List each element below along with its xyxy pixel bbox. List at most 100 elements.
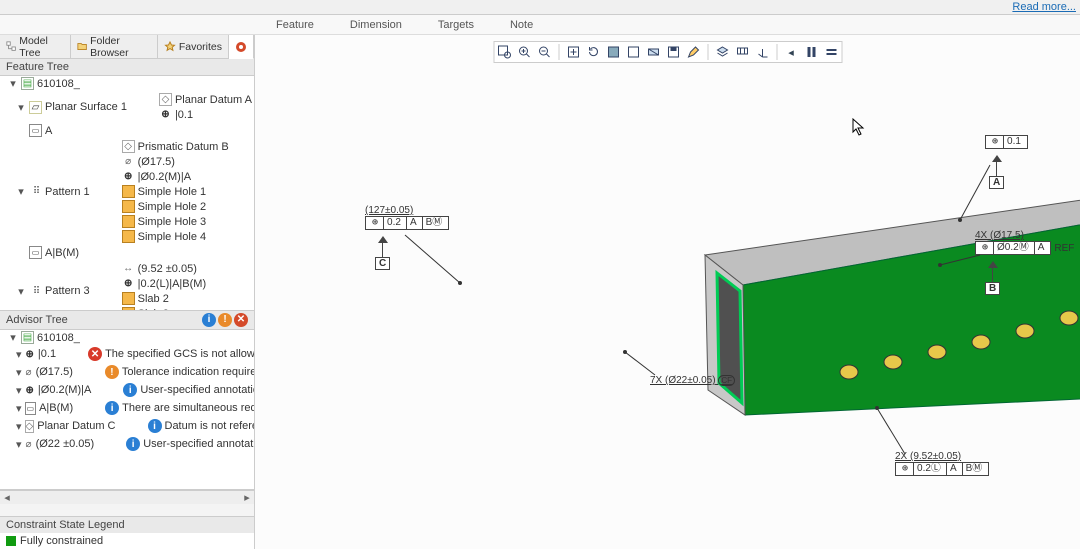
shade-icon[interactable] xyxy=(605,44,621,60)
scroll-right-icon[interactable]: ▸ xyxy=(240,491,254,504)
refit-icon[interactable] xyxy=(565,44,581,60)
slab-icon xyxy=(122,292,135,305)
save-view-icon[interactable] xyxy=(665,44,681,60)
expand-icon[interactable]: ▾ xyxy=(8,331,18,344)
expand-icon[interactable]: ▾ xyxy=(16,348,22,361)
tree-item[interactable]: iDatum is not referenced xyxy=(135,418,255,434)
expand-icon[interactable]: ▾ xyxy=(16,420,22,433)
edit-icon[interactable] xyxy=(685,44,701,60)
tree-item[interactable]: Simple Hole 4 xyxy=(109,229,229,244)
gtol-icon: ⊕ xyxy=(122,170,135,183)
gtol-icon: ⊕ xyxy=(159,108,172,121)
tree-item-label: Simple Hole 2 xyxy=(138,201,206,213)
tree-item[interactable]: Simple Hole 1 xyxy=(109,184,229,199)
tree-item[interactable]: ▾⊕|Ø0.2(M)|AiUser-specified annotation p… xyxy=(16,381,254,399)
axes-icon[interactable] xyxy=(754,44,770,60)
back-icon[interactable]: ◂ xyxy=(783,44,799,60)
tree-item[interactable]: ⌀(Ø17.5) xyxy=(109,154,229,169)
tree-item[interactable]: ▾▭A|B(M)iThere are simultaneous requirem… xyxy=(16,399,254,417)
advisor-warn-icon[interactable]: ! xyxy=(218,313,232,327)
hscrollbar[interactable]: ◂ ▸ xyxy=(0,490,254,504)
tree-item-label: Planar Datum A xyxy=(175,94,252,106)
tab-favorites[interactable]: Favorites xyxy=(158,35,229,58)
zoom-in-icon[interactable] xyxy=(516,44,532,60)
tree-item[interactable]: ▾⠿Pattern 3 ↔(9.52 ±0.05)⊕|0.2(L)|A|B(M) S… xyxy=(16,260,254,311)
expand-icon[interactable]: ▾ xyxy=(16,402,22,415)
advisor-error-icon[interactable]: ✕ xyxy=(234,313,248,327)
tree-item[interactable]: iUser-specified annotation properties ig… xyxy=(110,382,254,398)
tree-item[interactable]: ▾⊕|0.1✕The specified GCS is not allowed xyxy=(16,345,254,363)
tree-item[interactable]: ▾▱Planar Surface 1 ◇Planar Datum A⊕|0.1 xyxy=(16,91,254,123)
scroll-left-icon[interactable]: ◂ xyxy=(0,491,14,504)
expand-icon[interactable]: ▾ xyxy=(16,384,22,397)
callout-2x[interactable]: 2X (9.52±0.05) ⊕ 0.2Ⓛ A BⓂ xyxy=(895,451,989,476)
tree-item[interactable]: ▾◇Planar Datum CiDatum is not referenced xyxy=(16,417,254,435)
expand-icon[interactable]: ▾ xyxy=(16,438,22,451)
tree-item[interactable]: ◇Planar Datum A xyxy=(146,92,252,107)
tree-item[interactable]: ◇Prismatic Datum B xyxy=(109,139,229,154)
expand-icon[interactable]: ▾ xyxy=(16,285,26,298)
expand-icon[interactable]: ▾ xyxy=(16,366,22,379)
callout-7x[interactable]: 7X (Ø22±0.05) CF xyxy=(650,375,735,386)
expand-icon[interactable]: ▾ xyxy=(16,101,26,114)
zoom-window-icon[interactable] xyxy=(496,44,512,60)
wire-icon[interactable] xyxy=(625,44,641,60)
tree-item[interactable]: ✕The specified GCS is not allowed xyxy=(75,346,254,362)
tree-item[interactable]: Slab 2 xyxy=(109,291,206,306)
tab-folder-browser[interactable]: Folder Browser xyxy=(71,35,158,58)
zoom-out-icon[interactable] xyxy=(536,44,552,60)
annotation-icon[interactable] xyxy=(734,44,750,60)
callout-a[interactable]: ⊕0.1 A xyxy=(985,135,1028,189)
legend-header: Constraint State Legend xyxy=(0,516,254,533)
tree-item[interactable]: iUser-specified annotation properties ig… xyxy=(113,436,254,452)
tree-item-label: Pattern 3 xyxy=(45,285,90,297)
tab-gdt[interactable] xyxy=(229,35,254,59)
pattern-icon: ⠿ xyxy=(29,285,42,298)
tree-item[interactable]: ⊕|0.2(L)|A|B(M) xyxy=(109,276,206,291)
tree-item[interactable]: ▭A|B(M) xyxy=(16,245,254,260)
doc-icon: ▤ xyxy=(21,77,34,90)
feature-tree[interactable]: ▾ ▤ 610108_ ▾▱Planar Surface 1◇Planar Da… xyxy=(0,76,254,311)
spin-icon[interactable] xyxy=(585,44,601,60)
expand-icon[interactable]: ▾ xyxy=(8,77,18,90)
pause-icon[interactable] xyxy=(803,44,819,60)
layer-icon[interactable] xyxy=(714,44,730,60)
advisor-info-icon[interactable]: i xyxy=(202,313,216,327)
tab-model-tree-label: Model Tree xyxy=(19,35,64,59)
more-icon[interactable] xyxy=(823,44,839,60)
tree-root[interactable]: ▾ ▤ 610108_ xyxy=(8,76,254,91)
tab-dimension[interactable]: Dimension xyxy=(344,17,408,33)
tree-item-label: Planar Surface 1 xyxy=(45,101,127,113)
tree-item-label: Slab 2 xyxy=(138,293,169,305)
advisor-tree[interactable]: ▾ ▤ 610108_ ▾⊕|0.1✕The specified GCS is … xyxy=(0,330,254,490)
tree-item[interactable]: !Tolerance indication required for refer… xyxy=(92,364,254,380)
gdt-icon xyxy=(235,41,247,53)
tree-item[interactable]: ▭A xyxy=(16,123,254,138)
tree-item[interactable]: ▾⠿Pattern 1◇Prismatic Datum B⌀(Ø17.5)⊕|Ø… xyxy=(16,138,254,245)
tab-feature[interactable]: Feature xyxy=(270,17,320,33)
callout-4x[interactable]: 4X (Ø17.5) ⊕ Ø0.2Ⓜ A REF B xyxy=(975,230,1074,295)
viewport-3d[interactable]: ◂ xyxy=(255,35,1080,549)
surf-icon: ▱ xyxy=(29,101,42,114)
tree-item[interactable]: Simple Hole 2 xyxy=(109,199,229,214)
tree-item[interactable]: Simple Hole 3 xyxy=(109,214,229,229)
hole-icon xyxy=(122,230,135,243)
tab-note[interactable]: Note xyxy=(504,17,539,33)
callout-c[interactable]: (127±0.05) ⊕ 0.2 A BⓂ C xyxy=(365,205,449,270)
tree-item-label: User-specified annotation properties ign… xyxy=(143,438,254,450)
tree-item[interactable]: ⊕|0.1 xyxy=(146,107,252,122)
tab-targets[interactable]: Targets xyxy=(432,17,480,33)
expand-icon[interactable]: ▾ xyxy=(16,185,26,198)
tree-item[interactable]: iThere are simultaneous requirements xyxy=(92,400,254,416)
boxA-icon: ▭ xyxy=(25,402,37,415)
datum-icon: ◇ xyxy=(122,140,135,153)
info-icon: i xyxy=(123,383,137,397)
read-more-link[interactable]: Read more... xyxy=(1012,1,1076,13)
section-icon[interactable] xyxy=(645,44,661,60)
tree-item[interactable]: ▾⌀(Ø17.5)!Tolerance indication required … xyxy=(16,363,254,381)
tree-root[interactable]: ▾ ▤ 610108_ xyxy=(8,330,254,345)
tree-item[interactable]: ▾⌀(Ø22 ±0.05)iUser-specified annotation … xyxy=(16,435,254,453)
tab-model-tree[interactable]: Model Tree xyxy=(0,35,71,58)
tree-item[interactable]: ↔(9.52 ±0.05) xyxy=(109,261,206,276)
tree-item[interactable]: ⊕|Ø0.2(M)|A xyxy=(109,169,229,184)
